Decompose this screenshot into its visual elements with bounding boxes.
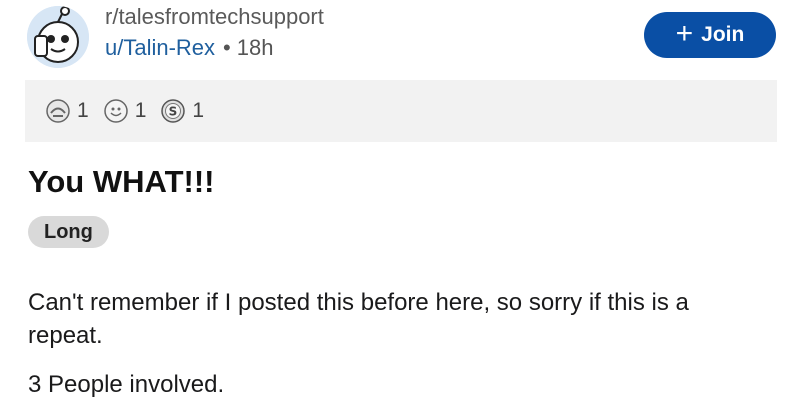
post-flair[interactable]: Long: [28, 216, 109, 248]
post-title[interactable]: You WHAT!!!: [28, 164, 215, 200]
body-paragraph: 3 People involved.: [28, 371, 225, 398]
post-age: 18h: [236, 35, 274, 60]
svg-text:S: S: [169, 105, 178, 119]
author-link[interactable]: u/Talin-Rex: [105, 35, 215, 60]
award-item[interactable]: 1: [103, 98, 147, 124]
post-meta: r/talesfromtechsupport u/Talin-Rex • 18h: [105, 4, 324, 62]
subreddit-name[interactable]: r/talesfromtechsupport: [105, 4, 324, 30]
author-line: u/Talin-Rex • 18h: [105, 34, 324, 62]
award-smile-icon: [103, 99, 128, 123]
award-item[interactable]: S 1: [160, 98, 204, 124]
subreddit-avatar-icon: [27, 6, 89, 68]
join-label: Join: [701, 23, 745, 46]
join-button[interactable]: + Join: [644, 12, 776, 58]
separator-dot: •: [223, 35, 231, 60]
awards-bar: 1 1 S 1: [25, 80, 777, 142]
award-silver-icon: S: [161, 99, 186, 123]
body-paragraph: Can't remember if I posted this before h…: [28, 289, 689, 349]
award-count: 1: [134, 99, 147, 122]
award-item[interactable]: 1: [45, 98, 89, 124]
post-body: Can't remember if I posted this before h…: [28, 286, 768, 417]
award-count: 1: [192, 99, 205, 122]
award-hug-icon: [46, 99, 70, 123]
post-header: r/talesfromtechsupport u/Talin-Rex • 18h +…: [25, 4, 780, 68]
award-count: 1: [77, 99, 89, 122]
plus-icon: +: [675, 16, 694, 50]
subreddit-avatar[interactable]: [27, 6, 89, 68]
